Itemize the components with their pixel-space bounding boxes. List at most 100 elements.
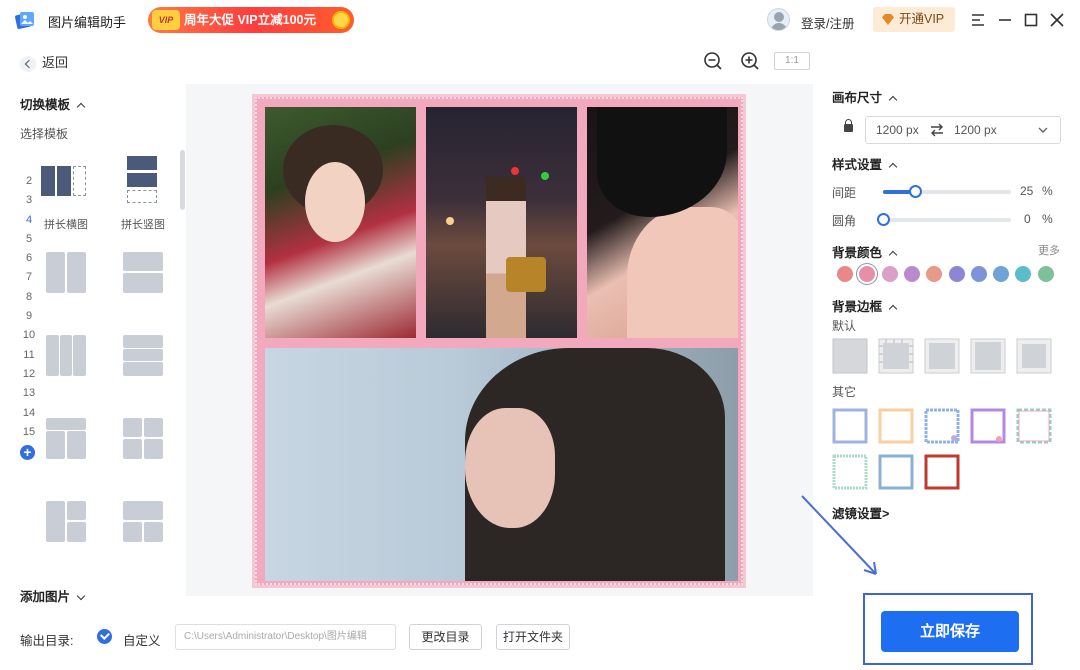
border-other-5[interactable] <box>1016 408 1052 444</box>
image-count-item[interactable]: 9 <box>21 307 37 326</box>
color-swatch[interactable] <box>1037 266 1054 282</box>
border-other-4[interactable] <box>970 408 1006 444</box>
minimize-icon[interactable] <box>995 10 1015 30</box>
bg-color-label: 背景颜色 <box>832 246 883 260</box>
more-colors-link[interactable]: 更多 <box>1038 242 1060 258</box>
avatar[interactable] <box>767 8 790 31</box>
change-dir-button[interactable]: 更改目录 <box>409 624 482 650</box>
custom-label: 自定义 <box>123 634 161 648</box>
collage-canvas[interactable] <box>252 94 746 588</box>
chevron-up-icon <box>888 304 898 313</box>
color-swatch[interactable] <box>993 266 1010 282</box>
open-folder-button[interactable]: 打开文件夹 <box>496 624 570 650</box>
radius-unit: % <box>1042 212 1053 226</box>
color-swatch[interactable] <box>859 266 876 282</box>
style-settings-header[interactable]: 样式设置 <box>832 154 898 173</box>
template-vertical-long[interactable] <box>124 156 168 203</box>
template-grid-8[interactable] <box>123 501 167 543</box>
filter-settings-link[interactable]: 滤镜设置> <box>832 503 889 522</box>
menu-icon[interactable] <box>968 10 988 30</box>
image-count-item[interactable]: 6 <box>21 249 37 268</box>
template-grid-3[interactable] <box>46 335 90 377</box>
radius-label: 圆角 <box>832 214 857 228</box>
spacing-slider-knob[interactable] <box>909 185 922 198</box>
radius-slider-knob[interactable] <box>877 213 890 226</box>
border-other-3[interactable] <box>924 408 960 444</box>
image-count-item[interactable]: 2 <box>21 172 37 191</box>
spacing-slider[interactable] <box>883 185 1011 198</box>
template-scrollbar[interactable] <box>180 150 185 210</box>
promo-banner[interactable]: VIP 周年大促 VIP立减100元 <box>148 7 354 33</box>
template-grid-6[interactable] <box>123 418 167 460</box>
color-swatch[interactable] <box>926 266 943 282</box>
bg-color-header[interactable]: 背景颜色 <box>832 242 898 261</box>
zoom-in-icon[interactable] <box>740 51 760 71</box>
border-default-4[interactable] <box>970 338 1006 374</box>
open-vip-button[interactable]: 开通VIP <box>873 7 955 32</box>
image-count-item[interactable]: 14 <box>21 404 37 423</box>
maximize-icon[interactable] <box>1021 10 1041 30</box>
bg-border-label: 背景边框 <box>832 300 883 314</box>
color-swatch[interactable] <box>948 266 965 282</box>
border-default-2[interactable] <box>878 338 914 374</box>
back-button[interactable]: 返回 <box>20 52 68 72</box>
template-grid-7[interactable] <box>46 501 90 543</box>
image-count-item[interactable]: 8 <box>21 288 37 307</box>
border-other-1[interactable] <box>832 408 868 444</box>
lock-icon[interactable] <box>844 119 853 132</box>
color-swatch[interactable] <box>1015 266 1032 282</box>
template-grid-5[interactable] <box>46 418 90 460</box>
add-image-header[interactable]: 添加图片 <box>20 586 86 605</box>
zoom-out-icon[interactable] <box>703 51 723 71</box>
canvas-size-select[interactable]: 1200 px 1200 px <box>865 116 1061 144</box>
login-register-link[interactable]: 登录/注册 <box>801 13 854 32</box>
border-other-7[interactable] <box>878 454 914 490</box>
image-count-item[interactable]: 11 <box>21 346 37 365</box>
canvas-width: 1200 px <box>876 123 919 137</box>
image-count-item[interactable]: 5 <box>21 230 37 249</box>
add-count-icon[interactable]: + <box>20 445 35 460</box>
add-image-label: 添加图片 <box>20 590 71 604</box>
spacing-label: 间距 <box>832 186 857 200</box>
image-count-item[interactable]: 10 <box>21 326 37 345</box>
border-other-6[interactable] <box>832 454 868 490</box>
image-count-item[interactable]: 12 <box>21 365 37 384</box>
image-count-item[interactable]: 15 <box>21 423 37 442</box>
template-horizontal-long[interactable] <box>41 166 86 208</box>
swap-icon[interactable] <box>930 123 944 137</box>
bg-border-header[interactable]: 背景边框 <box>832 296 898 315</box>
image-count-item[interactable]: 7 <box>21 268 37 287</box>
chevron-up-icon <box>888 95 898 104</box>
actual-size-button[interactable]: 1:1 <box>774 52 810 70</box>
photo-slot-4[interactable] <box>265 348 738 581</box>
color-swatch[interactable] <box>837 266 853 282</box>
coin-icon <box>332 11 350 29</box>
image-count-item[interactable]: 4 <box>21 211 37 230</box>
image-count-item[interactable]: 13 <box>21 384 37 403</box>
spacing-value: 25 <box>1020 184 1034 198</box>
color-swatch[interactable] <box>903 266 920 282</box>
border-other-8[interactable] <box>924 454 960 490</box>
radius-slider[interactable] <box>877 213 1011 226</box>
photo-slot-2[interactable] <box>426 107 577 338</box>
border-default-3[interactable] <box>924 338 960 374</box>
template-grid-2[interactable] <box>123 252 167 294</box>
switch-template-header[interactable]: 切换模板 <box>20 94 86 113</box>
template-grid-4[interactable] <box>123 335 167 377</box>
color-swatch[interactable] <box>881 266 898 282</box>
photo-slot-1[interactable] <box>265 107 416 338</box>
custom-radio-icon[interactable] <box>97 629 112 644</box>
image-count-item[interactable]: 3 <box>21 191 37 210</box>
template-grid-1[interactable] <box>46 252 90 294</box>
color-swatch[interactable] <box>970 266 987 282</box>
close-icon[interactable] <box>1047 10 1067 30</box>
border-default-1[interactable] <box>832 338 868 374</box>
save-now-button[interactable]: 立即保存 <box>881 611 1019 652</box>
canvas-size-header[interactable]: 画布尺寸 <box>832 87 898 106</box>
photo-slot-3[interactable] <box>587 107 738 338</box>
template-label-vertical: 拼长竖图 <box>121 219 165 231</box>
border-other-2[interactable] <box>878 408 914 444</box>
border-default-5[interactable] <box>1016 338 1052 374</box>
output-path-field[interactable]: C:\Users\Administrator\Desktop\图片编辑 <box>175 624 396 650</box>
back-label: 返回 <box>42 55 69 70</box>
